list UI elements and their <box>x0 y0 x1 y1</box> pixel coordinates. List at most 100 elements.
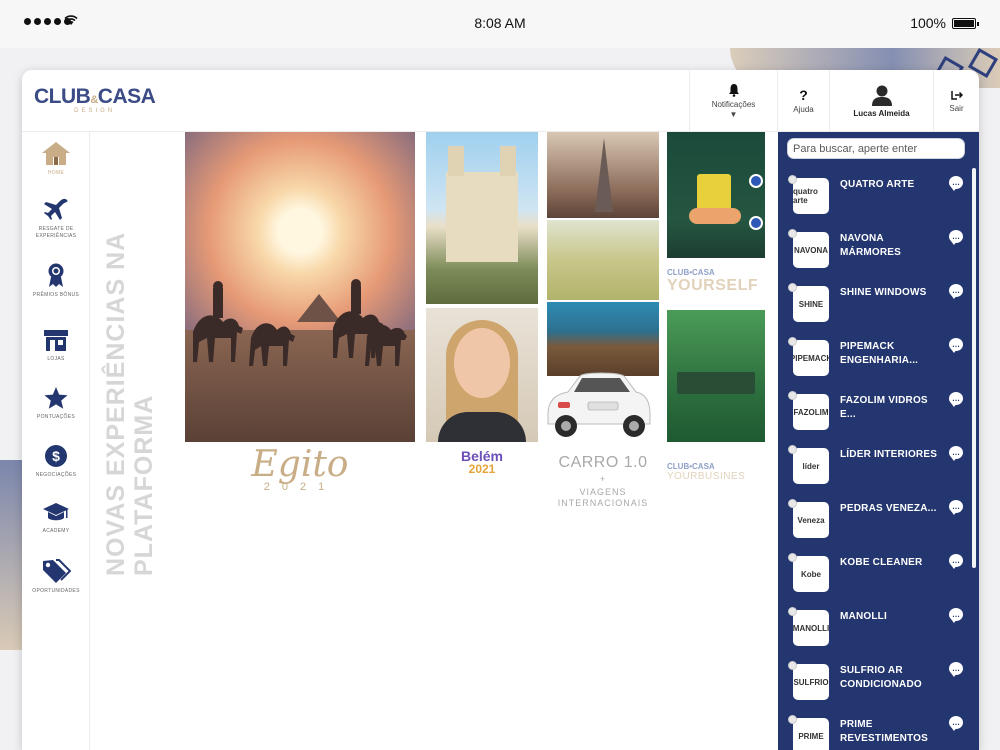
egito-year: 2021 <box>263 481 337 493</box>
sidebar-item-stores[interactable]: LOJAS <box>22 328 90 363</box>
header-actions: Notificações ▼ ? Ajuda Lucas Almeida Sai… <box>689 70 979 132</box>
partner-item[interactable]: Kobe KOBE CLEANER … <box>778 550 972 604</box>
partner-name: SHINE WINDOWS <box>840 287 927 298</box>
yourself-mug-image[interactable] <box>667 132 765 258</box>
background-decoration-left <box>0 460 22 650</box>
partner-select-radio[interactable] <box>788 283 797 292</box>
yourbusiness-logo: CLUB•CASA <box>667 462 715 471</box>
partner-item[interactable]: MANOLLI MANOLLI … <box>778 604 972 658</box>
partner-logo: FAZOLIM <box>793 394 829 430</box>
partner-item[interactable]: SHINE SHINE WINDOWS… <box>778 280 972 334</box>
partner-name: MANOLLI <box>840 611 887 622</box>
partner-logo: Veneza <box>793 502 829 538</box>
partner-name: SULFRIO AR CONDICIONADO <box>840 665 922 690</box>
notifications-button[interactable]: Notificações ▼ <box>689 70 777 132</box>
chat-icon[interactable]: … <box>949 392 963 407</box>
chat-icon[interactable]: … <box>949 662 963 677</box>
chat-icon[interactable]: … <box>949 716 963 731</box>
egito-experience-image[interactable] <box>185 132 415 442</box>
partner-logo: quatro arte <box>793 178 829 214</box>
sidebar-item-academy[interactable]: ACADEMY <box>22 502 90 535</box>
bell-icon <box>728 84 739 97</box>
user-avatar-icon <box>871 85 892 106</box>
partner-select-radio[interactable] <box>788 175 797 184</box>
sidebar-item-bonus[interactable]: PRÊMIOS BÔNUS <box>22 262 90 299</box>
chat-icon[interactable]: … <box>949 554 963 569</box>
partner-logo: Kobe <box>793 556 829 592</box>
yourbusiness-office-image[interactable] <box>667 310 765 442</box>
search-input[interactable] <box>787 138 965 159</box>
app-window: CLUB&CASA DESIGN Notificações ▼ ? Ajuda <box>22 70 979 750</box>
partner-item[interactable]: SULFRIO SULFRIO AR CONDICIONADO … <box>778 658 972 712</box>
partner-select-radio[interactable] <box>788 715 797 724</box>
carousel-dot-icon[interactable] <box>749 216 763 230</box>
notifications-label: Notificações <box>711 100 756 109</box>
partner-logo: MANOLLI <box>793 610 829 646</box>
partner-name: QUATRO ARTE <box>840 179 915 190</box>
exit-icon <box>950 91 963 100</box>
tags-icon <box>43 559 71 583</box>
battery-icon <box>952 17 979 29</box>
home-icon <box>42 142 70 165</box>
car-image[interactable] <box>538 364 654 442</box>
partner-item[interactable]: líder LÍDER INTERIORES… <box>778 442 972 496</box>
partner-select-radio[interactable] <box>788 499 797 508</box>
partner-name: PIPEMACK ENGENHARIA... <box>840 341 919 366</box>
chevron-down-icon: ▼ <box>729 110 738 119</box>
carousel-dot-icon[interactable] <box>749 174 763 188</box>
belem-experience-image[interactable] <box>426 132 538 304</box>
sidebar-item-experiences[interactable]: RESGATE DE EXPERIÊNCIAS <box>22 198 90 240</box>
sidebar-item-home[interactable]: HOME <box>22 140 90 177</box>
partner-item[interactable]: Veneza PEDRAS VENEZA... … <box>778 496 972 550</box>
yourbusiness-title: YOURBUSINES <box>667 471 746 482</box>
medal-icon <box>48 263 64 287</box>
logout-button[interactable]: Sair <box>933 70 979 132</box>
graduation-cap-icon <box>43 503 69 521</box>
status-time: 8:08 AM <box>474 15 526 31</box>
sidebar-item-negotiations[interactable]: $ NEGOCIAÇÕES <box>22 444 90 479</box>
camels-silhouette <box>193 279 407 366</box>
sidebar: HOME RESGATE DE EXPERIÊNCIAS PRÊMIOS BÔN… <box>22 132 90 750</box>
chat-icon[interactable]: … <box>949 284 963 299</box>
garden-image[interactable] <box>547 220 659 300</box>
partner-item[interactable]: PRIME PRIME REVESTIMENTOS… <box>778 712 972 750</box>
yourself-logo: CLUB•CASA <box>667 268 715 277</box>
partner-item[interactable]: NAVONA NAVONA MÁRMORES… <box>778 226 972 280</box>
help-button[interactable]: ? Ajuda <box>777 70 829 132</box>
partner-item[interactable]: FAZOLIM FAZOLIM VIDROS E...… <box>778 388 972 442</box>
user-profile-button[interactable]: Lucas Almeida <box>829 70 933 132</box>
partner-select-radio[interactable] <box>788 337 797 346</box>
partner-logo: SULFRIO <box>793 664 829 700</box>
sidebar-item-opportunities[interactable]: OPORTUNIDADES <box>22 558 90 595</box>
influencer-photo[interactable] <box>426 308 538 442</box>
carro-title: CARRO 1.0 <box>558 454 648 471</box>
battery-percent: 100% <box>910 15 946 31</box>
partner-select-radio[interactable] <box>788 553 797 562</box>
partner-select-radio[interactable] <box>788 445 797 454</box>
partner-item[interactable]: quatro arte QUATRO ARTE … <box>778 172 972 226</box>
main-content: NOVAS EXPERIÊNCIAS NA PLATAFORMA Egito 2… <box>90 132 778 750</box>
chat-icon[interactable]: … <box>949 230 963 245</box>
belem-year: 2021 <box>468 462 496 476</box>
partner-item[interactable]: PIPEMACK PIPEMACK ENGENHARIA... … <box>778 334 972 388</box>
exit-label: Sair <box>949 104 964 113</box>
panel-scrollbar[interactable] <box>972 168 976 568</box>
partner-select-radio[interactable] <box>788 229 797 238</box>
sidebar-item-points[interactable]: PONTUAÇÕES <box>22 386 90 421</box>
club-casa-logo[interactable]: CLUB&CASA DESIGN <box>34 85 156 114</box>
chat-icon[interactable]: … <box>949 608 963 623</box>
chat-icon[interactable]: … <box>949 446 963 461</box>
partner-logo: PIPEMACK <box>793 340 829 376</box>
partner-select-radio[interactable] <box>788 607 797 616</box>
partner-select-radio[interactable] <box>788 391 797 400</box>
paris-image[interactable] <box>547 132 659 218</box>
chat-icon[interactable]: … <box>949 338 963 353</box>
partner-select-radio[interactable] <box>788 661 797 670</box>
partner-name: KOBE CLEANER <box>840 557 923 568</box>
partner-name: PRIME REVESTIMENTOS <box>840 719 928 744</box>
partner-name: PEDRAS VENEZA... <box>840 503 937 514</box>
vertical-section-title: NOVAS EXPERIÊNCIAS NA PLATAFORMA <box>102 232 158 576</box>
chat-icon[interactable]: … <box>949 500 963 515</box>
store-icon <box>44 330 68 351</box>
chat-icon[interactable]: … <box>949 176 963 191</box>
